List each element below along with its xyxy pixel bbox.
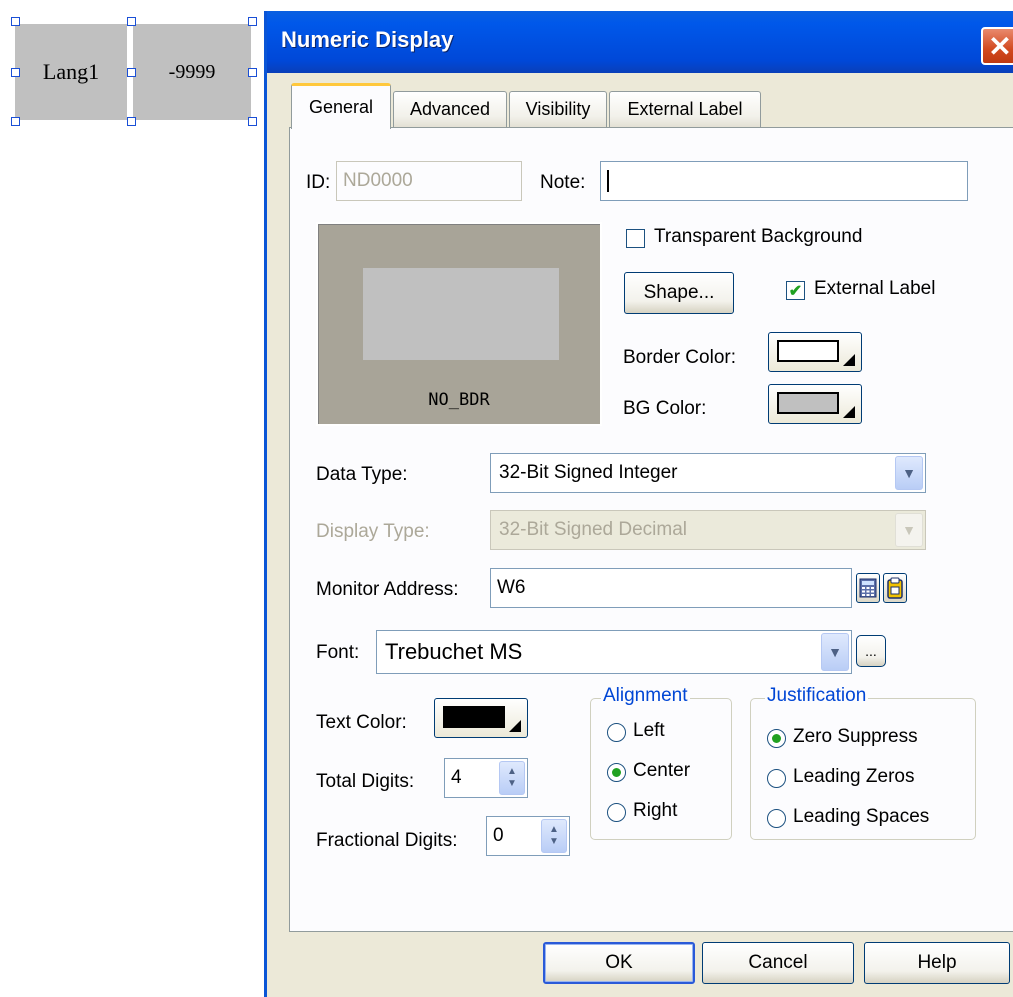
fractional-digits-label: Fractional Digits: <box>316 830 458 851</box>
display-type-select: 32-Bit Signed Decimal ▼ <box>490 510 926 550</box>
border-color-swatch <box>777 340 839 362</box>
justification-group-title: Justification <box>765 685 869 707</box>
leading-spaces-label[interactable]: Leading Spaces <box>793 806 929 828</box>
tab-advanced[interactable]: Advanced <box>393 91 507 127</box>
canvas-label-text: Lang1 <box>42 59 100 84</box>
fractional-digits-value: 0 <box>493 825 504 846</box>
text-color-swatch <box>443 706 505 728</box>
border-color-button[interactable] <box>768 332 862 372</box>
zero-suppress-radio[interactable] <box>767 729 786 748</box>
alignment-group: Alignment Left Center Right <box>590 685 732 840</box>
ok-button[interactable]: OK <box>543 942 695 984</box>
canvas-value-text: -9999 <box>168 60 216 83</box>
external-label-label[interactable]: External Label <box>814 278 935 300</box>
spinner-arrows-icon[interactable]: ▲ ▼ <box>499 761 525 795</box>
external-label-checkbox[interactable]: ✔ <box>786 281 805 300</box>
title-bar[interactable]: Numeric Display ✕ <box>267 11 1013 73</box>
total-digits-spinner[interactable]: 4 ▲ ▼ <box>444 758 528 798</box>
font-label: Font: <box>316 642 360 663</box>
data-type-label: Data Type: <box>316 464 408 485</box>
leading-zeros-radio[interactable] <box>767 769 786 788</box>
alignment-group-title: Alignment <box>601 685 690 707</box>
note-field[interactable] <box>600 161 968 201</box>
alignment-left-radio[interactable] <box>607 723 626 742</box>
alignment-right-radio[interactable] <box>607 803 626 822</box>
preview-caption: NO_BDR <box>428 390 490 410</box>
canvas-numeric-object[interactable]: -9999 <box>133 24 251 120</box>
leading-zeros-label[interactable]: Leading Zeros <box>793 766 914 788</box>
tab-label: Visibility <box>525 99 591 119</box>
chevron-down-icon: ▼ <box>895 513 923 547</box>
font-select[interactable]: Trebuchet MS ▼ <box>376 630 852 674</box>
selection-handle[interactable] <box>248 117 257 126</box>
text-color-label: Text Color: <box>316 712 407 733</box>
dialog-title: Numeric Display <box>281 27 454 52</box>
justification-group: Justification Zero Suppress Leading Zero… <box>750 685 976 840</box>
transparent-background-label[interactable]: Transparent Background <box>654 226 862 248</box>
data-type-select[interactable]: 32-Bit Signed Integer ▼ <box>490 453 926 493</box>
shape-button[interactable]: Shape... <box>624 272 734 314</box>
canvas-label-object[interactable]: Lang1 <box>15 24 127 120</box>
tab-label: Advanced <box>409 99 491 119</box>
text-color-button[interactable] <box>434 698 528 738</box>
shape-preview: NO_BDR <box>316 222 602 426</box>
bg-color-button[interactable] <box>768 384 862 424</box>
general-tab-panel: ID: ND0000 Note: NO_BDR Transparent Back… <box>289 127 1013 932</box>
alignment-center-radio[interactable] <box>607 763 626 782</box>
dropdown-arrow-icon <box>843 406 855 418</box>
help-button[interactable]: Help <box>864 942 1010 984</box>
id-field: ND0000 <box>336 161 522 201</box>
transparent-background-checkbox[interactable] <box>626 229 645 248</box>
spinner-arrows-icon[interactable]: ▲ ▼ <box>541 819 567 853</box>
bg-color-label: BG Color: <box>623 398 707 419</box>
selection-handle[interactable] <box>11 117 20 126</box>
selection-handle[interactable] <box>127 68 136 77</box>
selection-handle[interactable] <box>11 68 20 77</box>
display-type-label: Display Type: <box>316 521 430 542</box>
cancel-button[interactable]: Cancel <box>702 942 854 984</box>
monitor-address-label: Monitor Address: <box>316 579 459 600</box>
dropdown-arrow-icon <box>843 354 855 366</box>
monitor-address-field[interactable]: W6 <box>490 568 852 608</box>
total-digits-label: Total Digits: <box>316 771 415 792</box>
tab-general[interactable]: General <box>291 83 391 129</box>
tab-label: General <box>308 97 374 117</box>
font-value: Trebuchet MS <box>385 639 523 664</box>
bg-color-swatch <box>777 392 839 414</box>
border-color-label: Border Color: <box>623 347 736 368</box>
display-type-value: 32-Bit Signed Decimal <box>499 519 687 540</box>
close-icon[interactable]: ✕ <box>981 27 1013 65</box>
dropdown-arrow-icon <box>509 720 521 732</box>
alignment-center-label[interactable]: Center <box>633 760 690 782</box>
selection-handle[interactable] <box>248 17 257 26</box>
numeric-display-dialog: Numeric Display ✕ General Advanced Visib… <box>264 11 1013 997</box>
selection-handle[interactable] <box>127 17 136 26</box>
leading-spaces-radio[interactable] <box>767 809 786 828</box>
chevron-down-icon[interactable]: ▼ <box>895 456 923 490</box>
id-label: ID: <box>306 172 331 193</box>
selection-handle[interactable] <box>248 68 257 77</box>
text-caret <box>607 170 609 192</box>
alignment-right-label[interactable]: Right <box>633 800 677 822</box>
chevron-down-icon[interactable]: ▼ <box>821 633 849 671</box>
total-digits-value: 4 <box>451 767 462 788</box>
tab-label: External Label <box>627 99 743 119</box>
tab-external-label[interactable]: External Label <box>609 91 761 127</box>
fractional-digits-spinner[interactable]: 0 ▲ ▼ <box>486 816 570 856</box>
note-label: Note: <box>540 172 586 193</box>
preview-shape <box>363 268 559 360</box>
calculator-icon[interactable] <box>856 573 880 603</box>
font-more-button[interactable]: ... <box>856 635 886 667</box>
selection-handle[interactable] <box>127 117 136 126</box>
alignment-left-label[interactable]: Left <box>633 720 665 742</box>
selection-handle[interactable] <box>11 17 20 26</box>
zero-suppress-label[interactable]: Zero Suppress <box>793 726 918 748</box>
tab-visibility[interactable]: Visibility <box>509 91 607 127</box>
data-type-value: 32-Bit Signed Integer <box>499 462 678 483</box>
tag-browser-icon[interactable] <box>883 573 907 603</box>
